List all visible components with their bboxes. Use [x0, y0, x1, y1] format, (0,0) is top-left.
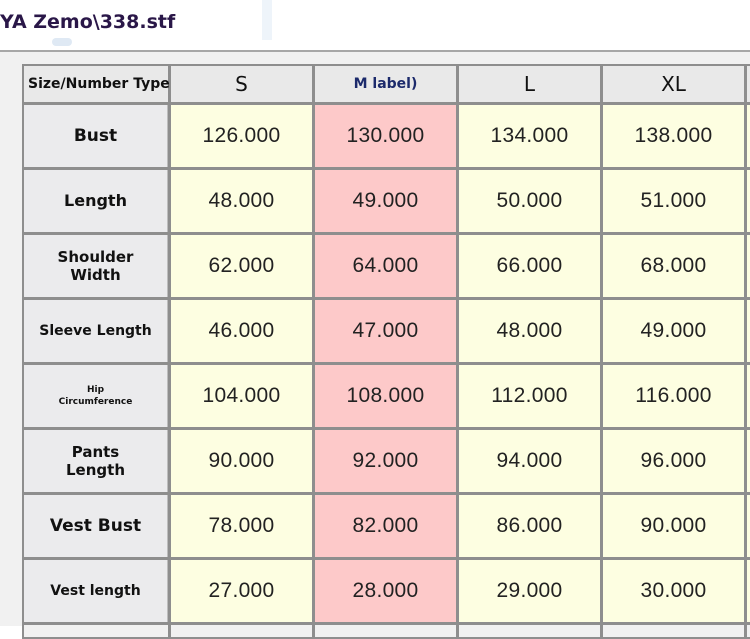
- table-cell[interactable]: 130.000: [315, 105, 456, 167]
- row-label: Bust: [24, 105, 168, 167]
- table-cell[interactable]: 50.000: [459, 170, 600, 232]
- size-table: Size/Number Type S M label) L XL Bust 126…: [22, 64, 750, 639]
- table-cell[interactable]: 134.000: [459, 105, 600, 167]
- table-cell[interactable]: 96.000: [603, 430, 744, 492]
- table-cell[interactable]: 126.000: [171, 105, 312, 167]
- table-cell[interactable]: 78.000: [171, 495, 312, 557]
- column-header-xl[interactable]: XL: [603, 66, 744, 102]
- corner-header: Size/Number Type: [24, 66, 170, 102]
- column-header-m[interactable]: M label): [315, 66, 456, 102]
- row-label: Hip Circumference: [24, 365, 168, 427]
- table-cell[interactable]: 48.000: [171, 170, 312, 232]
- table-cell[interactable]: 64.000: [315, 235, 456, 297]
- title-bar-decoration-mark: [52, 38, 72, 46]
- table-cell[interactable]: 47.000: [315, 300, 456, 362]
- row-label: Vest length: [24, 560, 168, 622]
- table-cell[interactable]: 108.000: [315, 365, 456, 427]
- table-cell[interactable]: 27.000: [171, 560, 312, 622]
- table-cell[interactable]: 62.000: [171, 235, 312, 297]
- table-cell[interactable]: 46.000: [171, 300, 312, 362]
- partial-row: [171, 625, 312, 637]
- table-cell[interactable]: 90.000: [603, 495, 744, 557]
- partial-row: [459, 625, 600, 637]
- column-header-l[interactable]: L: [459, 66, 600, 102]
- table-cell[interactable]: 112.000: [459, 365, 600, 427]
- row-label: Length: [24, 170, 168, 232]
- table-cell[interactable]: 48.000: [459, 300, 600, 362]
- table-cell[interactable]: 82.000: [315, 495, 456, 557]
- table-cell[interactable]: 30.000: [603, 560, 744, 622]
- table-cell[interactable]: 68.000: [603, 235, 744, 297]
- partial-row: [315, 625, 456, 637]
- table-cell[interactable]: 94.000: [459, 430, 600, 492]
- table-cell[interactable]: 104.000: [171, 365, 312, 427]
- row-label: Sleeve Length: [24, 300, 168, 362]
- table-cell[interactable]: 29.000: [459, 560, 600, 622]
- table-cell[interactable]: 86.000: [459, 495, 600, 557]
- table-cell[interactable]: 28.000: [315, 560, 456, 622]
- window-title: YA Zemo\338.stf: [0, 11, 176, 33]
- row-label: Pants Length: [24, 430, 168, 492]
- row-label: Vest Bust: [24, 495, 168, 557]
- partial-row: [24, 625, 168, 637]
- table-cell[interactable]: 92.000: [315, 430, 456, 492]
- table-cell[interactable]: 66.000: [459, 235, 600, 297]
- table-cell[interactable]: 90.000: [171, 430, 312, 492]
- title-bar: YA Zemo\338.stf: [0, 0, 750, 50]
- table-cell[interactable]: 138.000: [603, 105, 744, 167]
- table-cell[interactable]: 51.000: [603, 170, 744, 232]
- table-cell[interactable]: 116.000: [603, 365, 744, 427]
- table-cell[interactable]: 49.000: [315, 170, 456, 232]
- table-cell[interactable]: 49.000: [603, 300, 744, 362]
- row-label: Shoulder Width: [24, 235, 168, 297]
- title-bar-decoration: [262, 0, 272, 40]
- column-header-s[interactable]: S: [171, 66, 312, 102]
- partial-row: [603, 625, 744, 637]
